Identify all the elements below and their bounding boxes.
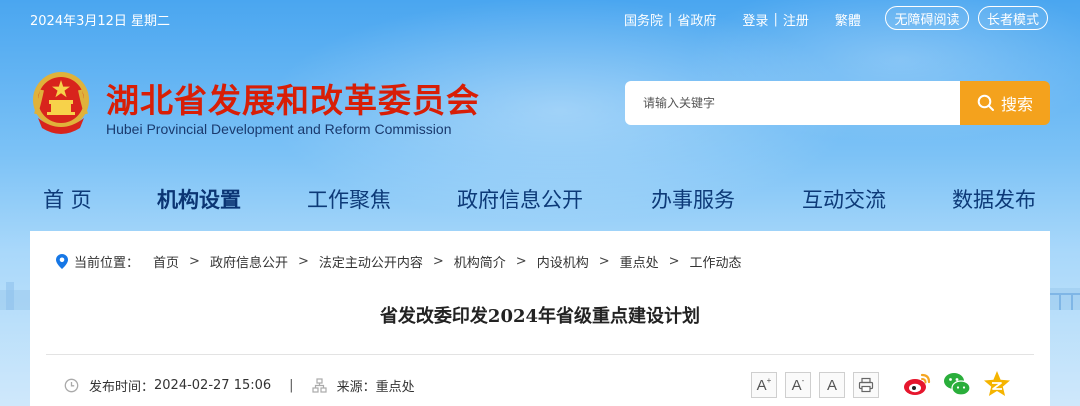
meta-separator: |	[289, 378, 294, 393]
source-label: 来源：	[336, 380, 376, 395]
auth-separator: |	[773, 12, 778, 27]
font-normal-glyph: A	[826, 376, 837, 394]
breadcrumb-separator: >	[598, 254, 610, 269]
top-links: 国务院 | 省政府 登录 | 注册 繁體	[624, 10, 861, 29]
link-separator: |	[668, 12, 673, 27]
wechat-share-icon[interactable]	[942, 369, 972, 399]
traditional-chinese-link[interactable]: 繁體	[835, 10, 861, 29]
font-size-small-button[interactable]: A-	[785, 372, 811, 398]
publish-time: 2024-02-27 15:06	[154, 378, 272, 393]
current-date: 2024年3月12日 星期二	[30, 14, 171, 29]
font-size-large-button[interactable]: A +	[751, 372, 777, 398]
main-nav: 首 页 机构设置 工作聚焦 政府信息公开 办事服务 互动交流 数据发布	[0, 180, 1080, 216]
nav-item-work-focus[interactable]: 工作聚焦	[307, 184, 391, 214]
search-input[interactable]	[625, 81, 961, 125]
font-large-glyph: A	[756, 376, 767, 394]
nav-item-services[interactable]: 办事服务	[651, 184, 735, 214]
breadcrumb-item[interactable]: 重点处	[620, 252, 659, 271]
site-title: 湖北省发展和改革委员会	[106, 81, 480, 120]
print-icon	[858, 377, 874, 393]
breadcrumb-item[interactable]: 政府信息公开	[210, 252, 288, 271]
search-button[interactable]: 搜索	[960, 81, 1050, 125]
top-bar: 2024年3月12日 星期二 国务院 | 省政府 登录 | 注册 繁體 无障碍阅…	[0, 0, 1080, 36]
source-value: 重点处	[375, 380, 415, 395]
nav-item-organization[interactable]: 机构设置	[157, 184, 241, 214]
nav-item-gov-info[interactable]: 政府信息公开	[457, 184, 583, 214]
breadcrumb-item[interactable]: 法定主动公开内容	[319, 252, 423, 271]
org-chart-icon	[311, 378, 327, 393]
weibo-share-icon[interactable]	[902, 369, 932, 399]
font-size-reset-button[interactable]: A	[819, 372, 845, 398]
divider	[46, 354, 1034, 355]
breadcrumb-separator: >	[297, 254, 309, 269]
content-panel: 当前位置： 首页 > 政府信息公开 > 法定主动公开内容 > 机构简介 > 内设…	[30, 231, 1050, 406]
link-state-council[interactable]: 国务院	[624, 10, 663, 29]
elder-mode-button[interactable]: 长者模式	[978, 6, 1048, 30]
search-button-label: 搜索	[1000, 95, 1033, 114]
accessible-reading-button[interactable]: 无障碍阅读	[885, 6, 969, 30]
breadcrumb-separator: >	[515, 254, 527, 269]
breadcrumb-separator: >	[432, 254, 444, 269]
breadcrumb-item[interactable]: 机构简介	[454, 252, 506, 271]
breadcrumb-separator: >	[668, 254, 680, 269]
qzone-share-icon[interactable]	[982, 369, 1012, 399]
font-minus-glyph: -	[801, 375, 805, 385]
breadcrumb-item[interactable]: 首页	[153, 252, 179, 271]
nav-item-data-release[interactable]: 数据发布	[952, 184, 1036, 214]
register-link[interactable]: 注册	[783, 10, 809, 29]
national-emblem-icon	[33, 72, 89, 134]
breadcrumb-label: 当前位置：	[74, 256, 140, 271]
site-subtitle: Hubei Provincial Development and Reform …	[106, 121, 452, 137]
nav-item-interaction[interactable]: 互动交流	[802, 184, 886, 214]
breadcrumb-item[interactable]: 工作动态	[690, 252, 742, 271]
clock-icon	[64, 378, 79, 393]
article-meta: 发布时间： 2024-02-27 15:06 | 来源： 重点处	[64, 376, 415, 395]
print-button[interactable]	[853, 372, 879, 398]
breadcrumb-item[interactable]: 内设机构	[537, 252, 589, 271]
breadcrumb: 当前位置： 首页 > 政府信息公开 > 法定主动公开内容 > 机构简介 > 内设…	[56, 252, 742, 271]
article-title: 省发改委印发2024年省级重点建设计划	[379, 306, 701, 327]
link-provincial-government[interactable]: 省政府	[677, 10, 716, 29]
breadcrumb-separator: >	[189, 254, 200, 269]
font-plus-glyph: +	[766, 375, 772, 385]
font-medium-glyph: A	[791, 376, 802, 394]
nav-item-home[interactable]: 首 页	[43, 184, 92, 214]
search-icon	[977, 94, 994, 111]
publish-time-label: 发布时间：	[89, 380, 155, 395]
login-link[interactable]: 登录	[742, 10, 768, 29]
location-pin-icon	[56, 254, 68, 269]
